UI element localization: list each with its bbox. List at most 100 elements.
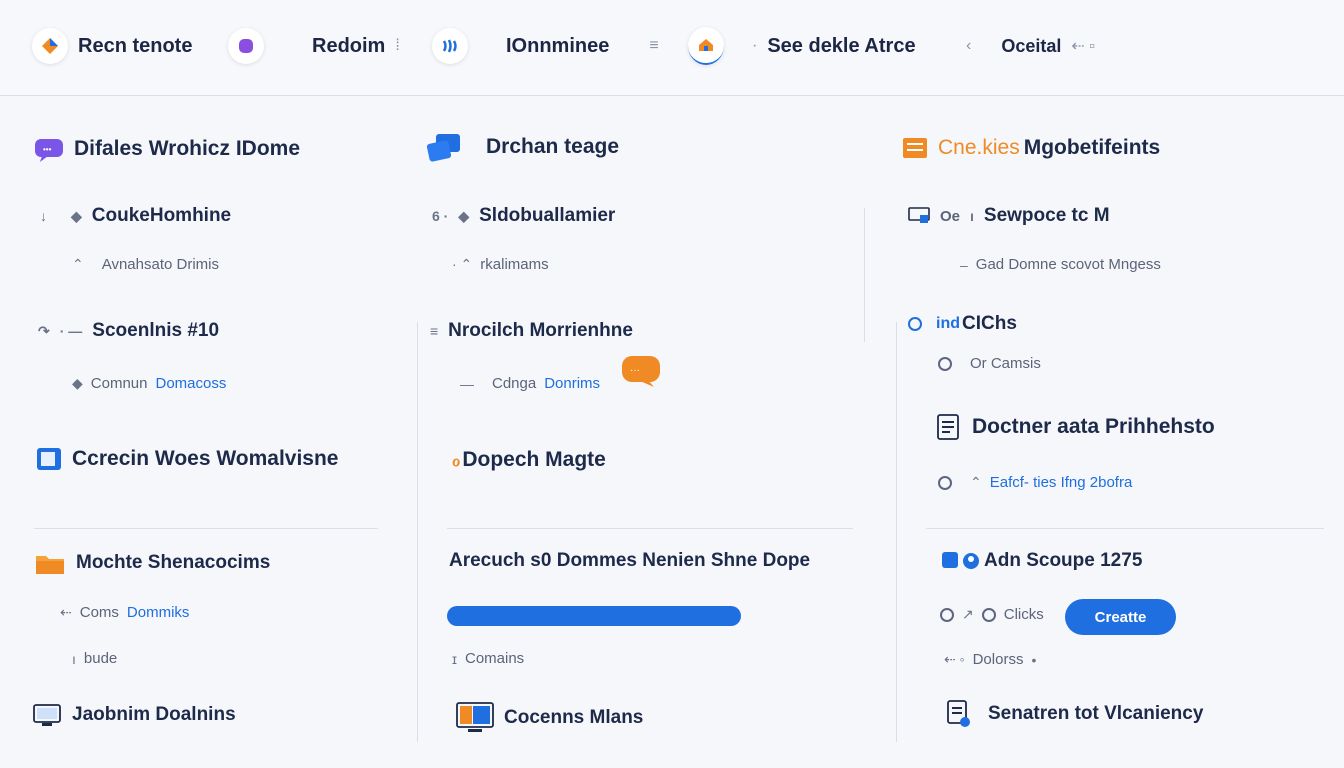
nav-item-5[interactable] <box>688 27 724 65</box>
col2-item2-meta-link[interactable]: Donrims <box>544 375 600 392</box>
dash-icon: – <box>960 256 968 273</box>
col2-item3-title: Dopech Magte <box>462 448 606 471</box>
report-icon <box>947 700 970 727</box>
col1-item2[interactable]: ↷ · — Scoenlnis #10 <box>38 320 219 342</box>
col1-item4-meta-link[interactable]: Dommiks <box>127 604 190 621</box>
col3-item4-meta2: ⇠ ◦ Dolorss • <box>944 651 1036 668</box>
col2-item3[interactable]: ℴ Dopech Magte <box>452 448 606 472</box>
col3-item1-meta: – Gad Domne scovot Mngess <box>960 256 1161 273</box>
document-icon <box>937 414 959 440</box>
col3-item1-meta-text: Gad Domne scovot Mngess <box>975 256 1161 273</box>
column-divider <box>864 208 865 342</box>
counter-icon: 6 · <box>432 208 449 224</box>
col2-header-label: Drchan teage <box>486 135 620 158</box>
nav-item-3[interactable] <box>432 28 468 64</box>
col3-item2[interactable]: ind CIChs <box>908 313 1017 335</box>
curve-arrow-icon: ↷ <box>38 322 50 339</box>
col3-item1[interactable]: Oe ı Sewpoce tc M <box>908 205 1110 227</box>
section-divider <box>447 528 853 529</box>
col2-header[interactable]: Drchan teage <box>426 132 619 162</box>
col2-item2-title: Nrocilch Morrienhne <box>448 320 633 341</box>
folder-icon <box>36 556 64 574</box>
col1-item1-meta-text: Avnahsato Drimis <box>101 256 220 273</box>
nav-item-2[interactable]: Redoim ⁞ <box>312 28 400 64</box>
col3-item5[interactable]: Senatren tot Vlcaniency <box>946 700 1203 728</box>
diamond-icon: ◆ <box>458 207 470 224</box>
nav-item-6[interactable]: · See dekle Atrce <box>752 28 916 64</box>
nav-item-label: Redoim <box>312 34 386 57</box>
divider-glyph-icon: ⁞ <box>395 37 400 54</box>
col3-item2-meta-text: Or Camsis <box>970 355 1041 372</box>
nav-item-label: IOnnminee <box>506 34 610 57</box>
col1-header-label: Difales Wrohicz IDome <box>74 137 300 160</box>
col3-item2-meta[interactable]: Or Camsis <box>938 355 1041 372</box>
arrow-icon: ⇠ ◦ <box>944 651 965 667</box>
diamond-icon: ◆ <box>71 207 82 224</box>
col3-item3-title: Doctner aata Prihhehsto <box>972 415 1215 438</box>
col3-item5-title: Senatren tot Vlcaniency <box>988 703 1204 724</box>
col3-item3-meta-text[interactable]: Eafcf- ties Ifng 2bofra <box>990 474 1133 491</box>
create-button[interactable]: Creatte <box>1065 599 1176 635</box>
section-divider <box>926 528 1324 529</box>
curve-icon: ↗ <box>962 606 974 622</box>
pipe-icon: ɪ <box>452 650 457 667</box>
col3-item4-meta2-text: Dolorss <box>972 651 1024 668</box>
col3-item1-prefix: Oe <box>940 207 961 225</box>
col2-item4[interactable]: Arecuch s0 Dommes Nenien Shne Dope <box>449 550 810 572</box>
col2-item1-meta: · ⌃ rkalimams <box>452 256 549 273</box>
window-icon <box>37 448 61 470</box>
col1-item4-meta[interactable]: ⇠ Coms Dommiks <box>60 604 189 621</box>
col3-header-label: Mgobetifeints <box>1023 136 1161 159</box>
nav-item-1[interactable] <box>228 28 264 64</box>
col2-item1-meta-text: rkalimams <box>480 256 549 273</box>
col3-item4[interactable]: Adn Scoupe 1275 <box>940 550 1142 572</box>
col1-item4[interactable]: Mochte Shenacocims <box>34 550 270 576</box>
caret-icon: · ⌃ <box>452 256 473 272</box>
col2-item4-title: Arecuch s0 Dommes Nenien Shne Dope <box>449 550 811 571</box>
monitor-icon <box>33 704 61 726</box>
col1-item3[interactable]: Ccrecin Woes Womalvisne <box>36 447 339 471</box>
col2-item1[interactable]: 6 · ◆ Sldobuallamier <box>432 205 615 227</box>
wave-icon <box>432 28 468 64</box>
chat-bubble-icon: ••• <box>35 139 63 162</box>
progress-bar <box>447 606 741 626</box>
col2-item2-meta[interactable]: — Cdnga Donrims <box>460 375 600 392</box>
chat-bubble-icon[interactable]: ··· <box>620 354 662 388</box>
radio-icon[interactable] <box>938 475 952 490</box>
col1-item2-meta[interactable]: ◆ Comnun Domacoss <box>72 375 226 392</box>
col3-item3-meta[interactable]: ⌃ Eafcf- ties Ifng 2bofra <box>938 474 1132 491</box>
nav-item-4[interactable]: IOnnminee ≡ <box>506 28 659 64</box>
col2-item5[interactable]: Cocenns Mlans <box>456 702 643 734</box>
radio-icon[interactable] <box>981 607 996 622</box>
col1-item5[interactable]: Jaobnim Doalnins <box>32 702 236 728</box>
diamond-icon: ◆ <box>72 375 83 391</box>
column-divider <box>417 322 418 742</box>
col1-item2-meta-link[interactable]: Domacoss <box>155 375 226 392</box>
radio-icon[interactable] <box>940 607 954 622</box>
col3-item3[interactable]: Doctner aata Prihhehsto <box>936 414 1215 440</box>
col1-item1-title: CoukeHomhine <box>91 205 232 226</box>
col2-item2-meta-prefix: Cdnga <box>492 375 537 392</box>
nav-item-0[interactable]: Recn tenote <box>32 28 192 64</box>
caret-icon: ⌃ <box>72 256 84 272</box>
arrow-icon: ‹ <box>966 37 972 54</box>
nav-item-label: Recn tenote <box>78 34 193 57</box>
radio-icon[interactable] <box>938 356 952 371</box>
nav-item-7[interactable]: ‹ Oceital ⇠ ▫ <box>966 28 1095 64</box>
col3-item1-title: Sewpoce tc M <box>983 205 1110 226</box>
col1-item3-title: Ccrecin Woes Womalvisne <box>72 447 339 470</box>
col1-item1[interactable]: ↓ ◆ CoukeHomhine <box>40 205 231 227</box>
kite-icon <box>32 28 68 64</box>
nav-item-label: Oceital <box>1001 35 1062 56</box>
house-icon <box>688 27 724 65</box>
col1-header[interactable]: ••• Difales Wrohicz IDome <box>34 136 300 162</box>
col2-item2[interactable]: ≡ Nrocilch Morrienhne <box>430 320 633 342</box>
dot-icon: • <box>1031 651 1037 668</box>
col3-item4-meta[interactable]: ↗ Clicks <box>940 606 1044 623</box>
purple-badge-icon <box>228 28 264 64</box>
col1-item4-meta-prefix: Coms <box>79 604 119 621</box>
desktop-icon <box>456 702 494 732</box>
pencil-icon: ℴ <box>452 449 461 470</box>
col3-header[interactable]: Cne.kies Mgobetifeints <box>902 136 1160 160</box>
col3-header-accent: Cne.kies <box>938 136 1020 159</box>
